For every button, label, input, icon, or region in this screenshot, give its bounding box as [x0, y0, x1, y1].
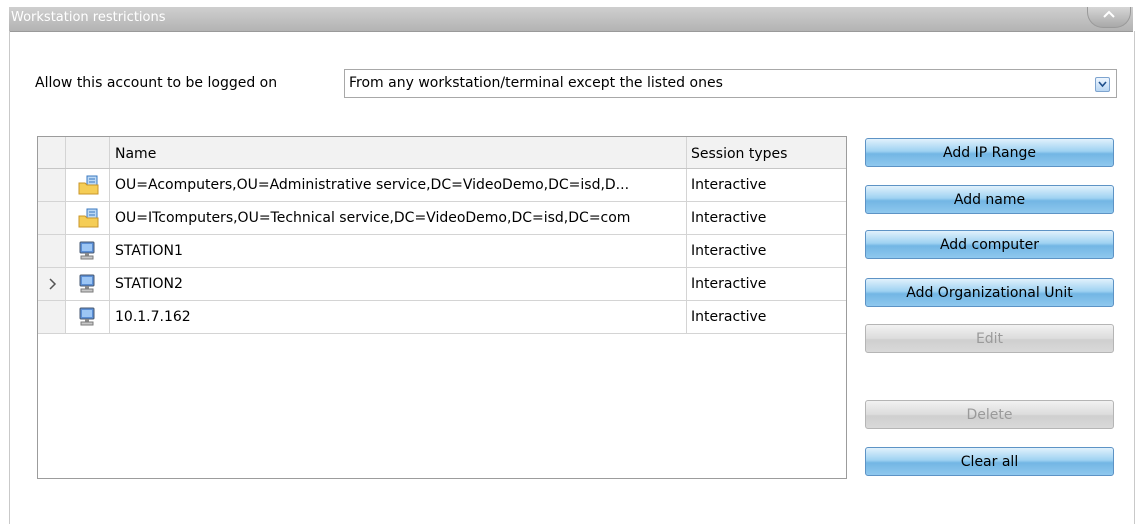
row-selector[interactable]: [38, 202, 66, 234]
allow-logon-select[interactable]: From any workstation/terminal except the…: [344, 69, 1117, 98]
add-name-button[interactable]: Add name: [865, 185, 1114, 214]
row-session-cell: Interactive: [687, 169, 844, 201]
row-icon-cell: [66, 202, 110, 234]
row-name-cell: OU=Acomputers,OU=Administrative service,…: [110, 169, 687, 201]
row-selector[interactable]: [38, 235, 66, 267]
computer-icon: [79, 307, 95, 326]
table-row[interactable]: 10.1.7.162 Interactive: [38, 301, 846, 334]
row-session-type: Interactive: [691, 276, 767, 292]
row-icon-cell: [66, 169, 110, 201]
row-session-cell: Interactive: [687, 202, 844, 234]
row-name: STATION1: [115, 243, 183, 259]
dropdown-button[interactable]: [1095, 77, 1110, 92]
row-selector[interactable]: [38, 268, 66, 300]
ou-folder-icon: [78, 208, 99, 228]
row-session-type: Interactive: [691, 210, 767, 226]
chevron-up-icon: [1103, 10, 1115, 18]
ou-folder-icon: [78, 175, 99, 195]
row-name-cell: 10.1.7.162: [110, 301, 687, 333]
row-name-cell: OU=ITcomputers,OU=Technical service,DC=V…: [110, 202, 687, 234]
row-name: STATION2: [115, 276, 183, 292]
row-session-cell: Interactive: [687, 235, 844, 267]
row-icon-cell: [66, 301, 110, 333]
workstations-grid[interactable]: Name Session types OU=Acomputers,OU=Admi…: [37, 136, 847, 479]
computer-icon: [79, 274, 95, 293]
table-row[interactable]: STATION1 Interactive: [38, 235, 846, 268]
table-row[interactable]: OU=Acomputers,OU=Administrative service,…: [38, 169, 846, 202]
row-icon-cell: [66, 235, 110, 267]
row-session-type: Interactive: [691, 243, 767, 259]
current-row-pointer-icon: [49, 278, 57, 290]
computer-icon: [79, 241, 95, 260]
header-selector-cell: [38, 137, 66, 168]
clear-all-button[interactable]: Clear all: [865, 447, 1114, 476]
chevron-down-icon: [1098, 81, 1107, 88]
column-header-session-label: Session types: [691, 146, 788, 162]
edit-button[interactable]: Edit: [865, 324, 1114, 353]
allow-logon-selected-value: From any workstation/terminal except the…: [349, 75, 723, 91]
column-header-name[interactable]: Name: [110, 137, 687, 168]
add-ip-range-button[interactable]: Add IP Range: [865, 138, 1114, 167]
panel-title: Workstation restrictions: [11, 10, 166, 25]
row-session-cell: Interactive: [687, 268, 844, 300]
grid-header-row: Name Session types: [38, 137, 846, 169]
row-session-type: Interactive: [691, 309, 767, 325]
table-row[interactable]: STATION2 Interactive: [38, 268, 846, 301]
row-icon-cell: [66, 268, 110, 300]
row-name-cell: STATION1: [110, 235, 687, 267]
column-header-name-label: Name: [115, 146, 157, 162]
allow-logon-label: Allow this account to be logged on: [35, 75, 278, 91]
delete-button[interactable]: Delete: [865, 400, 1114, 429]
panel-header: Workstation restrictions: [9, 7, 1133, 32]
row-name: OU=Acomputers,OU=Administrative service,…: [115, 177, 630, 193]
table-row[interactable]: OU=ITcomputers,OU=Technical service,DC=V…: [38, 202, 846, 235]
row-name: 10.1.7.162: [115, 309, 191, 325]
row-name: OU=ITcomputers,OU=Technical service,DC=V…: [115, 210, 631, 226]
row-session-type: Interactive: [691, 177, 767, 193]
row-session-cell: Interactive: [687, 301, 844, 333]
collapse-button[interactable]: [1087, 7, 1131, 28]
add-organizational-unit-button[interactable]: Add Organizational Unit: [865, 278, 1114, 307]
row-selector[interactable]: [38, 169, 66, 201]
header-icon-cell: [66, 137, 110, 168]
column-header-session-types[interactable]: Session types: [687, 137, 844, 168]
add-computer-button[interactable]: Add computer: [865, 230, 1114, 259]
row-selector[interactable]: [38, 301, 66, 333]
row-name-cell: STATION2: [110, 268, 687, 300]
